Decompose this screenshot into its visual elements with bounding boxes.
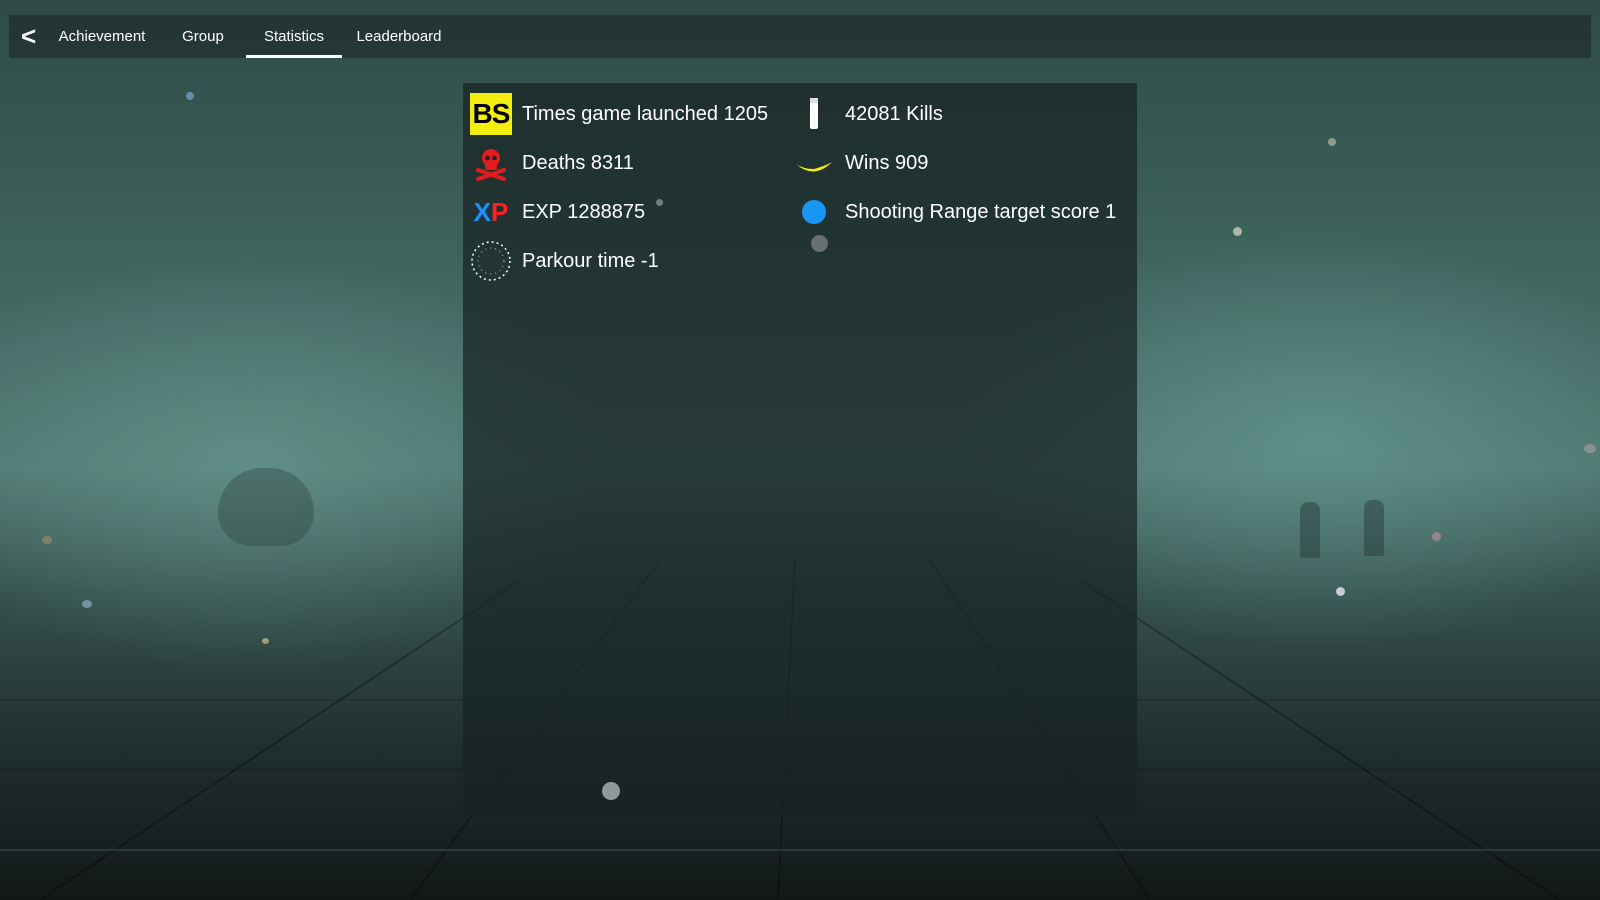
tab-achievement[interactable]: Achievement xyxy=(47,15,157,58)
dust-particle xyxy=(1328,138,1336,146)
stat-exp-label: EXP 1288875 xyxy=(522,201,646,223)
stat-deaths-label: Deaths 8311 xyxy=(522,152,634,174)
background-skull-silhouette xyxy=(218,468,314,546)
stat-exp: XP EXP 1288875 xyxy=(470,191,780,233)
dust-particle xyxy=(1584,444,1596,453)
dust-particle xyxy=(82,600,92,608)
stat-wins: Wins 909 xyxy=(793,142,1123,184)
stat-kills-label: 42081 Kills xyxy=(845,103,943,125)
dust-particle xyxy=(811,235,828,252)
dust-particle xyxy=(42,536,52,544)
background-zombie-hand xyxy=(1364,500,1384,556)
dust-particle xyxy=(262,638,269,644)
bs-logo-icon: BS xyxy=(470,93,512,135)
dust-particle xyxy=(602,782,620,800)
back-arrow-icon[interactable]: < xyxy=(21,23,47,49)
statistics-panel: BS Times game launched 1205 42081 Kills xyxy=(463,83,1137,816)
xp-icon: XP xyxy=(473,197,509,227)
stat-times-launched-label: Times game launched 1205 xyxy=(522,103,769,125)
tab-leaderboard[interactable]: Leaderboard xyxy=(350,15,448,58)
dust-particle xyxy=(186,92,194,100)
tab-statistics[interactable]: Statistics xyxy=(246,15,342,58)
dust-particle xyxy=(656,199,663,206)
dust-particle xyxy=(1432,532,1441,541)
stat-kills: 42081 Kills xyxy=(793,93,1123,135)
stat-times-launched: BS Times game launched 1205 xyxy=(470,93,780,135)
dust-particle xyxy=(1233,227,1242,236)
stat-shooting-range: Shooting Range target score 1 xyxy=(793,191,1133,233)
stat-deaths: Deaths 8311 xyxy=(470,142,780,184)
stat-shooting-range-label: Shooting Range target score 1 xyxy=(845,201,1117,223)
stopwatch-icon xyxy=(470,240,512,282)
blue-target-icon xyxy=(793,191,835,233)
tab-group[interactable]: Group xyxy=(167,15,239,58)
background-zombie-hand xyxy=(1300,502,1320,558)
stat-wins-label: Wins 909 xyxy=(845,152,929,174)
banana-icon xyxy=(793,142,835,184)
stat-parkour-label: Parkour time -1 xyxy=(522,250,659,272)
bullet-icon xyxy=(793,93,835,135)
skull-crossbones-icon xyxy=(470,142,512,184)
top-nav-bar: < Achievement Group Statistics Leaderboa… xyxy=(9,15,1591,58)
dust-particle xyxy=(1336,587,1345,596)
stat-parkour: Parkour time -1 xyxy=(470,240,780,282)
